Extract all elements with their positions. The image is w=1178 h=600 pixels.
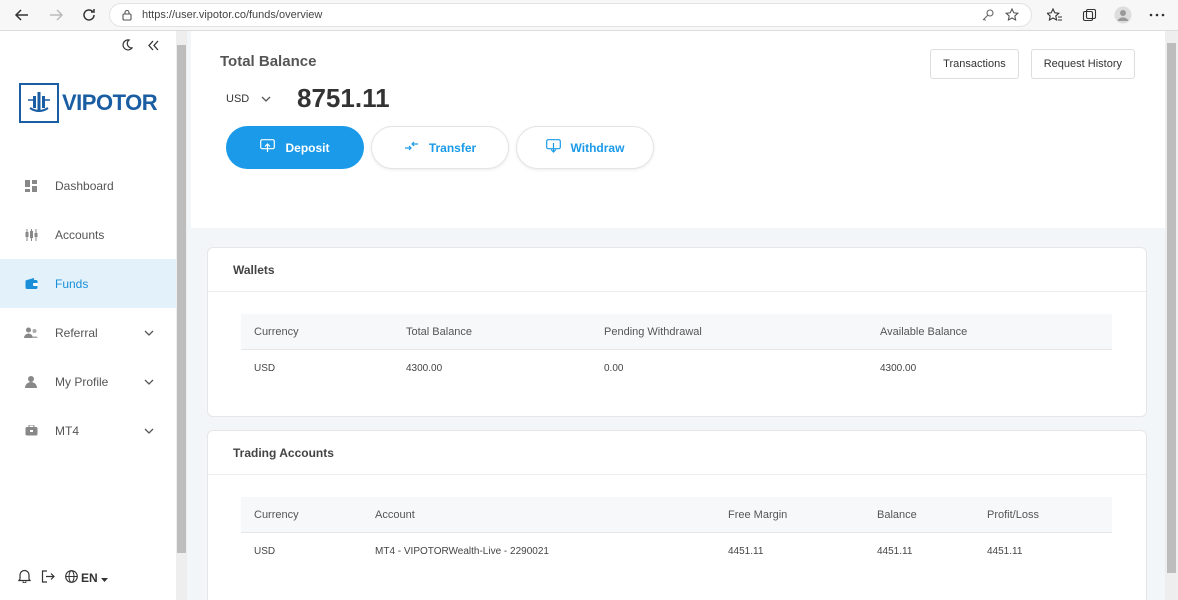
collections-icon[interactable]	[1076, 3, 1102, 27]
wallets-table: Currency Total Balance Pending Withdrawa…	[241, 314, 1112, 387]
referral-icon	[24, 326, 38, 340]
table-cell: USD	[254, 546, 276, 557]
key-icon[interactable]	[981, 8, 995, 25]
transfer-icon	[404, 140, 419, 155]
main-scrollbar[interactable]	[1165, 31, 1178, 600]
dashboard-icon	[24, 179, 38, 193]
wallets-title: Wallets	[208, 248, 1146, 292]
request-history-button[interactable]: Request History	[1030, 49, 1135, 79]
column-header: Free Margin	[728, 508, 788, 521]
sidebar-item-label: Dashboard	[55, 178, 114, 193]
transfer-label: Transfer	[428, 140, 477, 155]
accounts-icon	[24, 228, 38, 242]
column-header: Available Balance	[880, 325, 968, 338]
browser-toolbar: https://user.vipotor.co/funds/overview	[0, 0, 1178, 31]
deposit-button[interactable]: Deposit	[226, 126, 364, 169]
dark-mode-icon[interactable]	[120, 39, 134, 57]
chevron-down-icon	[144, 325, 154, 339]
table-cell[interactable]: MT4 - VIPOTORWealth-Live - 2290021	[375, 533, 549, 570]
more-menu-icon[interactable]	[1144, 3, 1170, 27]
refresh-icon[interactable]	[75, 1, 103, 29]
brand-name: VIPOTOR	[62, 90, 158, 115]
back-icon[interactable]	[8, 1, 36, 29]
chevron-down-icon	[144, 374, 154, 388]
column-header: Profit/Loss	[987, 508, 1039, 521]
favorites-icon[interactable]	[1042, 3, 1068, 27]
wallet-icon	[24, 277, 38, 291]
column-header: Currency	[254, 508, 299, 521]
caret-down-icon	[100, 571, 108, 585]
total-balance-amount: 8751.11	[297, 83, 390, 113]
chevron-down-icon	[144, 423, 154, 437]
forward-icon[interactable]	[42, 1, 70, 29]
currency-select[interactable]: USD	[226, 93, 271, 105]
trading-accounts-title: Trading Accounts	[208, 431, 1146, 475]
deposit-label: Deposit	[285, 140, 330, 155]
table-header: Currency Account Free Margin Balance Pro…	[241, 497, 1112, 533]
withdraw-icon	[545, 139, 561, 156]
mt4-icon	[24, 424, 38, 438]
sidebar-item-label: MT4	[55, 423, 79, 438]
chevron-down-icon	[261, 93, 271, 105]
notification-bell-icon[interactable]	[17, 569, 32, 586]
wallets-card: Wallets Currency Total Balance Pending W…	[207, 247, 1147, 417]
globe-icon	[65, 569, 78, 586]
url-text: https://user.vipotor.co/funds/overview	[142, 9, 323, 21]
sidebar-item-accounts[interactable]: Accounts	[0, 210, 176, 259]
table-row: USD 4300.00 0.00 4300.00	[241, 350, 1112, 387]
table-cell: 4300.00	[880, 363, 917, 374]
sidebar-item-my-profile[interactable]: My Profile	[0, 357, 176, 406]
withdraw-button[interactable]: Withdraw	[516, 126, 654, 169]
column-header: Account	[375, 508, 415, 521]
brand-logo[interactable]: VIPOTOR	[19, 83, 158, 123]
sidebar-item-funds[interactable]: Funds	[0, 259, 176, 308]
trading-accounts-card: Trading Accounts Currency Account Free M…	[207, 430, 1147, 600]
main-content: Total Balance USD 8751.11 Deposit Transf…	[187, 31, 1165, 600]
language-selector[interactable]: EN	[65, 569, 108, 586]
favorite-add-icon[interactable]	[1004, 7, 1021, 25]
lock-icon	[120, 8, 134, 22]
balance-panel: Total Balance USD 8751.11 Deposit Transf…	[191, 31, 1165, 228]
column-header: Total Balance	[406, 325, 473, 338]
logout-icon[interactable]	[41, 569, 55, 586]
sidebar-item-dashboard[interactable]: Dashboard	[0, 161, 176, 210]
column-header: Currency	[254, 325, 299, 338]
trading-accounts-table: Currency Account Free Margin Balance Pro…	[241, 497, 1112, 570]
user-icon	[24, 375, 38, 389]
sidebar-item-label: Funds	[55, 276, 89, 291]
table-cell: 0.00	[604, 363, 624, 374]
table-cell: 4451.11	[877, 546, 913, 557]
sidebar-item-referral[interactable]: Referral	[0, 308, 176, 357]
sidebar: VIPOTOR Dashboard Accounts Funds Referra…	[0, 31, 176, 600]
sidebar-scrollbar[interactable]	[176, 31, 187, 600]
total-balance-title: Total Balance	[220, 53, 317, 70]
language-label: EN	[81, 570, 98, 585]
sidebar-menu: Dashboard Accounts Funds Referral My Pro…	[0, 161, 176, 455]
sidebar-item-mt4[interactable]: MT4	[0, 406, 176, 455]
currency-value: USD	[226, 93, 250, 105]
table-header: Currency Total Balance Pending Withdrawa…	[241, 314, 1112, 350]
table-cell: 4451.11	[987, 546, 1023, 557]
withdraw-label: Withdraw	[570, 140, 625, 155]
column-header: Balance	[877, 508, 917, 521]
profile-avatar-icon[interactable]	[1110, 3, 1136, 27]
sidebar-item-label: My Profile	[55, 374, 109, 389]
collapse-sidebar-icon[interactable]	[147, 39, 160, 57]
logo-emblem-icon	[19, 83, 59, 123]
transfer-button[interactable]: Transfer	[371, 126, 509, 169]
table-cell: USD	[254, 363, 276, 374]
table-row: USD MT4 - VIPOTORWealth-Live - 2290021 4…	[241, 533, 1112, 570]
table-cell: 4300.00	[406, 363, 443, 374]
table-cell: 4451.11	[728, 546, 764, 557]
sidebar-item-label: Referral	[55, 325, 98, 340]
column-header: Pending Withdrawal	[604, 325, 702, 338]
deposit-icon	[260, 139, 276, 156]
sidebar-item-label: Accounts	[55, 227, 105, 242]
transactions-button[interactable]: Transactions	[930, 49, 1019, 79]
address-bar[interactable]: https://user.vipotor.co/funds/overview	[109, 3, 1032, 27]
